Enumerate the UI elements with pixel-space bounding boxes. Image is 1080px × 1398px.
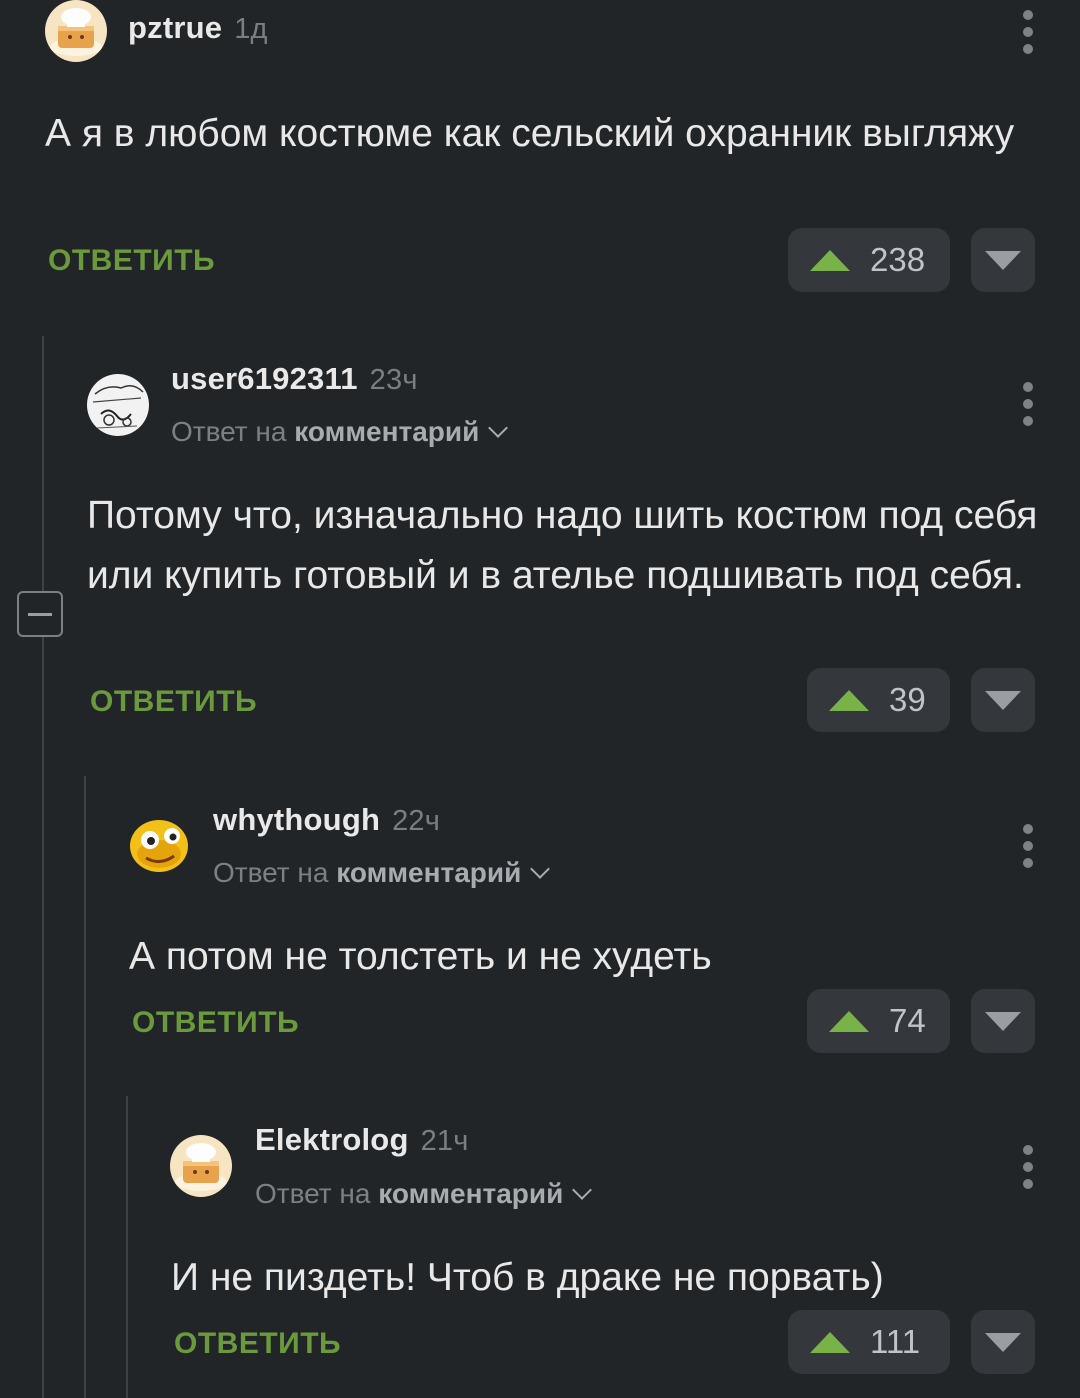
downvote-arrow-icon	[985, 250, 1021, 270]
comment-time: 22ч	[392, 805, 441, 837]
vote-score: 74	[889, 1002, 926, 1039]
comment-time: 1д	[234, 13, 268, 45]
comment-time: 21ч	[420, 1125, 469, 1157]
more-options-icon[interactable]	[1022, 382, 1034, 426]
sketch-meme-icon	[87, 374, 149, 436]
chevron-down-icon[interactable]	[530, 859, 551, 879]
username-text[interactable]: whythough	[213, 802, 380, 837]
downvote-button[interactable]	[971, 228, 1035, 292]
upvote-arrow-icon	[829, 689, 869, 711]
comment-text: И не пиздеть! Чтоб в драке не порвать)	[171, 1256, 884, 1299]
reply-button[interactable]: ОТВЕТИТЬ	[90, 685, 257, 719]
more-options-icon[interactable]	[1022, 824, 1034, 868]
chef-cake-icon	[45, 0, 107, 62]
reply-to-prefix: Ответ на	[213, 857, 329, 888]
reply-to-target[interactable]: комментарий	[378, 1178, 563, 1209]
username-text[interactable]: pztrue	[128, 10, 222, 45]
downvote-button[interactable]	[971, 989, 1035, 1053]
upvote-button[interactable]: 74	[807, 989, 950, 1053]
username-text[interactable]: Elektrolog	[255, 1122, 409, 1157]
downvote-button[interactable]	[971, 668, 1035, 732]
downvote-arrow-icon	[985, 690, 1021, 710]
upvote-button[interactable]: 39	[807, 668, 950, 732]
comment-text: А потом не толстеть и не худеть	[129, 935, 712, 978]
thread-line-level-1	[42, 336, 44, 1398]
comments-page: pztrue 1д А я в любом костюме как сельски…	[0, 0, 1080, 1398]
avatar[interactable]	[45, 0, 107, 62]
username[interactable]: user6192311 23ч	[171, 361, 418, 397]
downvote-button[interactable]	[971, 1310, 1035, 1374]
upvote-button[interactable]: 238	[788, 228, 950, 292]
upvote-button[interactable]: 111	[788, 1310, 950, 1374]
avatar[interactable]	[128, 814, 190, 876]
downvote-arrow-icon	[985, 1332, 1021, 1352]
upvote-arrow-icon	[829, 1010, 869, 1032]
upvote-arrow-icon	[810, 249, 850, 271]
reply-to-link[interactable]: Ответ на комментарий	[171, 416, 509, 448]
comment-time: 23ч	[369, 364, 418, 396]
username-text[interactable]: user6192311	[171, 361, 358, 396]
username[interactable]: pztrue 1д	[128, 10, 268, 46]
yellow-face-icon	[128, 814, 190, 876]
vote-score: 39	[889, 681, 926, 718]
reply-to-prefix: Ответ на	[255, 1178, 371, 1209]
reply-button[interactable]: ОТВЕТИТЬ	[174, 1327, 341, 1361]
reply-button[interactable]: ОТВЕТИТЬ	[132, 1006, 299, 1040]
more-options-icon[interactable]	[1022, 10, 1034, 54]
vote-score: 238	[870, 241, 926, 278]
reply-button[interactable]: ОТВЕТИТЬ	[48, 244, 215, 278]
reply-to-prefix: Ответ на	[171, 416, 287, 447]
thread-line-level-3	[126, 1096, 128, 1398]
downvote-arrow-icon	[985, 1011, 1021, 1031]
avatar[interactable]	[170, 1135, 232, 1197]
comment-text: Потому что, изначально надо шить костюм …	[87, 494, 1038, 597]
minus-icon	[28, 612, 52, 616]
reply-to-link[interactable]: Ответ на комментарий	[213, 857, 551, 889]
thread-line-level-2	[84, 776, 86, 1398]
avatar[interactable]	[87, 374, 149, 436]
reply-to-link[interactable]: Ответ на комментарий	[255, 1178, 593, 1210]
chef-cake-icon	[170, 1135, 232, 1197]
reply-to-target[interactable]: комментарий	[336, 857, 521, 888]
upvote-arrow-icon	[810, 1331, 850, 1353]
chevron-down-icon[interactable]	[572, 1180, 593, 1200]
username[interactable]: whythough 22ч	[213, 802, 440, 838]
username[interactable]: Elektrolog 21ч	[255, 1122, 469, 1158]
reply-to-target[interactable]: комментарий	[294, 416, 479, 447]
collapse-thread-button[interactable]	[17, 591, 63, 637]
comment-text: А я в любом костюме как сельский охранни…	[45, 112, 1015, 155]
chevron-down-icon[interactable]	[488, 418, 509, 438]
more-options-icon[interactable]	[1022, 1145, 1034, 1189]
vote-score: 111	[870, 1323, 921, 1360]
